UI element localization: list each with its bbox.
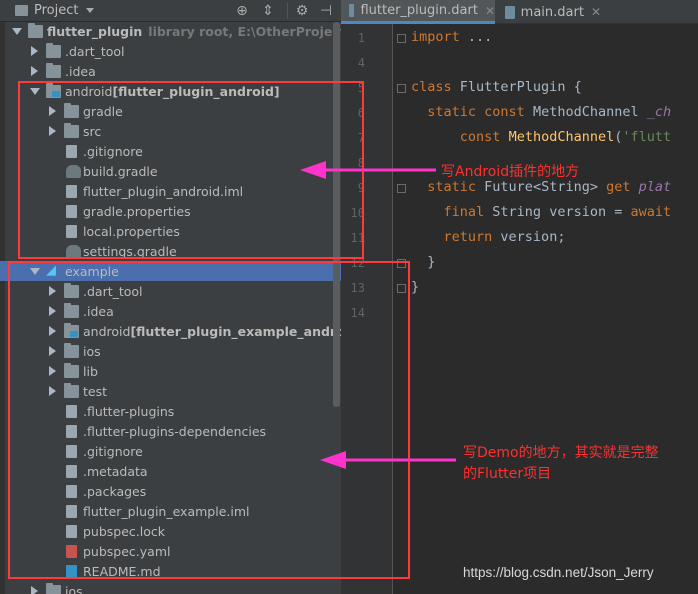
annotation-arrows	[300, 161, 456, 469]
android-note: 写Android插件的地方	[441, 164, 580, 180]
watermark: https://blog.csdn.net/Json_Jerry	[463, 565, 654, 580]
demo-note-line2: 的Flutter项目	[463, 466, 552, 482]
demo-note-line1: 写Demo的地方，其实就是完整	[463, 445, 659, 461]
arrow-to-android	[300, 161, 436, 179]
arrow-to-example	[320, 451, 456, 469]
